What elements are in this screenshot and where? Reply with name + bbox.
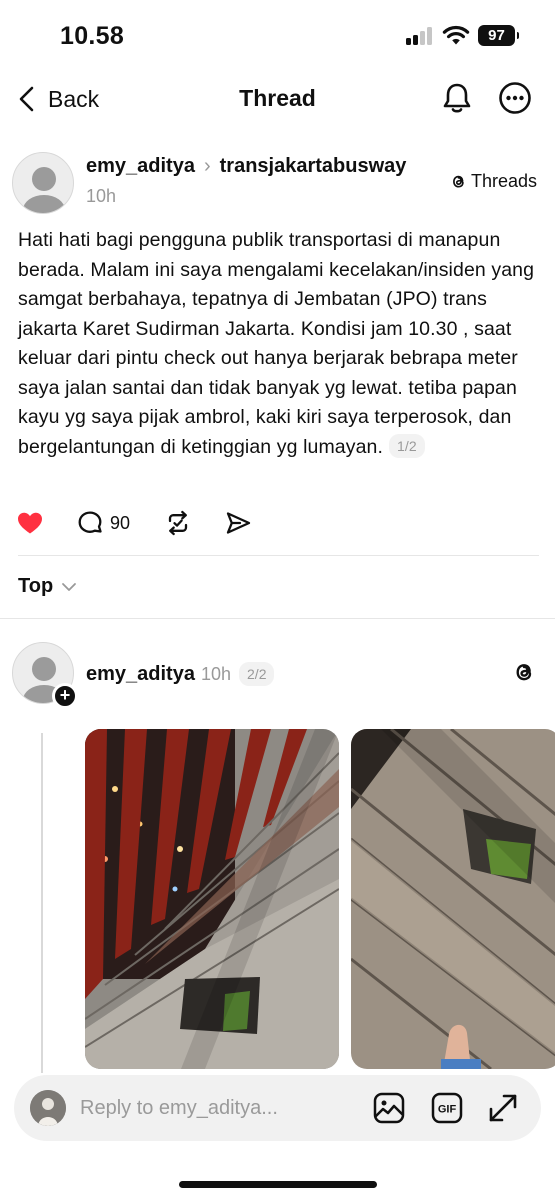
post-page-indicator: 1/2: [389, 433, 425, 458]
repost-button[interactable]: [164, 508, 192, 538]
post-image[interactable]: [85, 729, 339, 1069]
avatar[interactable]: [12, 152, 74, 214]
threads-badge[interactable]: Threads: [449, 171, 537, 192]
reply-header: emy_aditya 10h 2/2: [86, 662, 275, 686]
post-time: 10h: [86, 186, 117, 206]
send-icon: [226, 512, 251, 534]
threads-logo-icon: [453, 175, 464, 188]
status-bar: 10.58 97: [0, 0, 555, 68]
chevron-left-icon: [19, 86, 34, 112]
like-button[interactable]: [16, 508, 44, 538]
status-time: 10.58: [60, 22, 125, 50]
post-header: emy_aditya › transjakartabusway: [86, 155, 406, 178]
gif-icon[interactable]: GIF: [430, 1091, 464, 1125]
sort-dropdown[interactable]: Top: [18, 575, 77, 598]
nav-bar: Back Thread: [0, 68, 555, 130]
bell-icon[interactable]: [440, 81, 474, 115]
post-username[interactable]: emy_aditya: [86, 155, 195, 178]
reply-page-indicator: 2/2: [239, 662, 275, 686]
chevron-right-icon: ›: [203, 155, 211, 177]
heart-icon: [18, 512, 42, 534]
more-icon[interactable]: [498, 81, 532, 115]
cellular-signal-icon: [406, 27, 436, 45]
svg-text:GIF: GIF: [438, 1104, 457, 1116]
threads-logo-icon[interactable]: [511, 659, 537, 685]
threads-badge-label: Threads: [471, 171, 538, 191]
repost-icon: [168, 510, 188, 536]
reply-input[interactable]: [80, 1093, 310, 1123]
home-indicator: [179, 1181, 377, 1188]
post-text: Hati hati bagi pengguna publik transport…: [18, 226, 543, 462]
back-button[interactable]: Back: [18, 84, 99, 114]
expand-icon[interactable]: [486, 1091, 520, 1125]
sort-label: Top: [18, 575, 54, 597]
reply-composer: GIF: [14, 1075, 541, 1141]
chevron-down-icon: [62, 582, 77, 591]
post-image[interactable]: [351, 729, 555, 1069]
avatar: [30, 1090, 66, 1126]
back-label: Back: [48, 85, 100, 112]
divider: [0, 618, 555, 619]
post-community[interactable]: transjakartabusway: [220, 155, 407, 178]
share-button[interactable]: [224, 508, 252, 538]
reply-time: 10h: [200, 663, 232, 684]
battery-icon: 97: [478, 25, 519, 46]
wifi-icon: [442, 25, 470, 45]
image-icon[interactable]: [372, 1091, 406, 1125]
comment-button[interactable]: 90: [76, 508, 130, 538]
thread-line: [41, 733, 43, 1073]
comment-count: 90: [110, 512, 131, 533]
follow-plus-icon[interactable]: +: [52, 683, 78, 709]
post-body: Hati hati bagi pengguna publik transport…: [18, 229, 535, 458]
divider: [18, 555, 539, 556]
comment-icon: [78, 511, 102, 533]
reply-username[interactable]: emy_aditya: [86, 663, 195, 686]
